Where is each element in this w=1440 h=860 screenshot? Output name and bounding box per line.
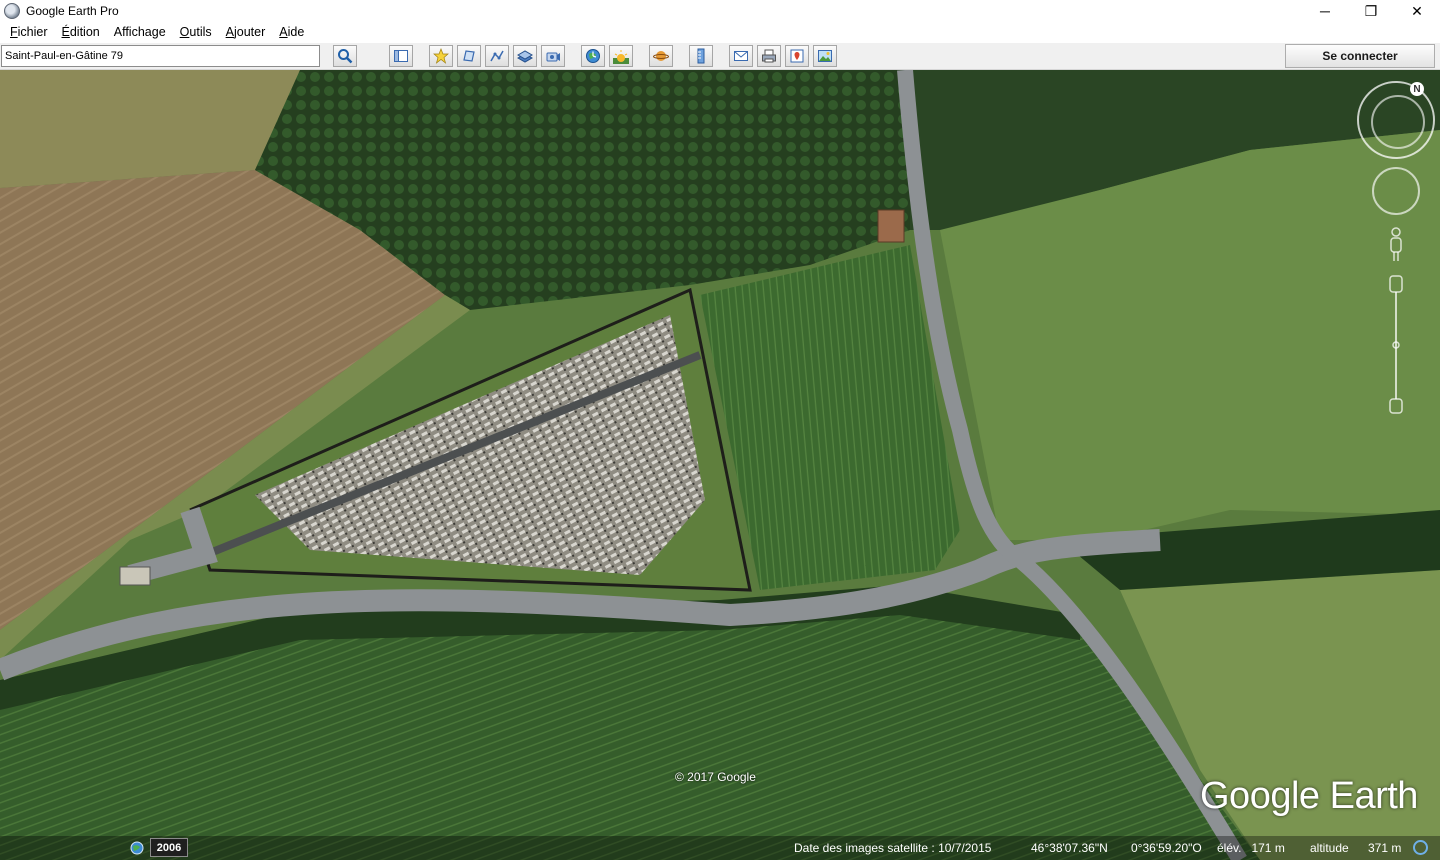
- google-earth-app-icon: [4, 3, 20, 19]
- planets-button[interactable]: [649, 45, 673, 67]
- record-tour-icon: [546, 52, 560, 62]
- add-polygon-button[interactable]: [457, 45, 481, 67]
- sidebar-toggle-button[interactable]: [389, 45, 413, 67]
- elevation-readout: élév. 171 m: [1217, 841, 1285, 855]
- street-view-pegman-icon[interactable]: [1389, 227, 1403, 263]
- window-controls: ─ ❐ ✕: [1302, 0, 1440, 22]
- image-overlay-icon: [517, 50, 533, 63]
- longitude-readout: 0°36'59.20"O: [1131, 841, 1202, 855]
- north-up-button[interactable]: N: [1410, 82, 1424, 96]
- email-button[interactable]: [729, 45, 753, 67]
- view-in-maps-icon: [790, 49, 804, 63]
- add-placemark-button[interactable]: [429, 45, 453, 67]
- menu-ajouter[interactable]: Ajouter: [219, 25, 273, 39]
- navigation-compass[interactable]: [1357, 81, 1435, 159]
- minimize-button[interactable]: ─: [1302, 0, 1348, 22]
- zoom-slider[interactable]: [1389, 275, 1403, 415]
- placemark-icon: [433, 48, 449, 64]
- title-bar: Google Earth Pro ─ ❐ ✕: [0, 0, 1440, 22]
- historical-imagery-icon[interactable]: [130, 841, 144, 855]
- sidebar-icon: [394, 50, 408, 62]
- historical-year[interactable]: 2006: [150, 838, 188, 857]
- search-icon: [338, 49, 353, 64]
- latitude-readout: 46°38'07.36"N: [1031, 841, 1108, 855]
- menu-edition[interactable]: Édition: [55, 25, 107, 39]
- add-path-button[interactable]: [485, 45, 509, 67]
- print-icon: [762, 49, 776, 63]
- close-button[interactable]: ✕: [1394, 0, 1440, 22]
- menu-outils[interactable]: Outils: [173, 25, 219, 39]
- search-input[interactable]: [1, 45, 320, 67]
- ruler-icon: [697, 48, 705, 64]
- map-view[interactable]: © 2017 Google Google Earth N: [0, 70, 1440, 860]
- menu-aide[interactable]: Aide: [272, 25, 311, 39]
- altitude-label: altitude: [1310, 841, 1349, 855]
- polygon-icon: [463, 50, 475, 62]
- menu-affichage[interactable]: Affichage: [107, 25, 173, 39]
- menu-bar: Fichier Édition Affichage Outils Ajouter…: [0, 22, 1440, 42]
- email-icon: [734, 51, 748, 61]
- copyright-notice: © 2017 Google: [675, 770, 756, 784]
- search-button[interactable]: [333, 45, 357, 67]
- record-tour-button[interactable]: [541, 45, 565, 67]
- historical-imagery-icon: [586, 49, 600, 63]
- ruler-button[interactable]: [689, 45, 713, 67]
- sunlight-button[interactable]: [609, 45, 633, 67]
- altitude-value: 371 m: [1368, 841, 1402, 855]
- streaming-status-icon: [1413, 840, 1428, 855]
- save-image-button[interactable]: [813, 45, 837, 67]
- imagery-date: Date des images satellite : 10/7/2015: [794, 841, 992, 855]
- planets-icon: [653, 51, 669, 61]
- print-button[interactable]: [757, 45, 781, 67]
- google-earth-logo: Google Earth: [1200, 775, 1418, 817]
- satellite-imagery: [0, 70, 1440, 860]
- save-image-icon: [818, 50, 832, 62]
- path-icon: [490, 50, 504, 62]
- toolbar: Se connecter: [0, 43, 1440, 70]
- restore-button[interactable]: ❐: [1348, 0, 1394, 22]
- look-joystick[interactable]: [1372, 167, 1420, 215]
- window-title: Google Earth Pro: [26, 4, 119, 18]
- add-image-overlay-button[interactable]: [513, 45, 537, 67]
- status-bar: 2006 Date des images satellite : 10/7/20…: [0, 836, 1440, 860]
- view-in-google-maps-button[interactable]: [785, 45, 809, 67]
- historical-imagery-button[interactable]: [581, 45, 605, 67]
- sunlight-icon: [613, 50, 629, 64]
- sign-in-button[interactable]: Se connecter: [1285, 44, 1435, 68]
- menu-fichier[interactable]: Fichier: [3, 25, 55, 39]
